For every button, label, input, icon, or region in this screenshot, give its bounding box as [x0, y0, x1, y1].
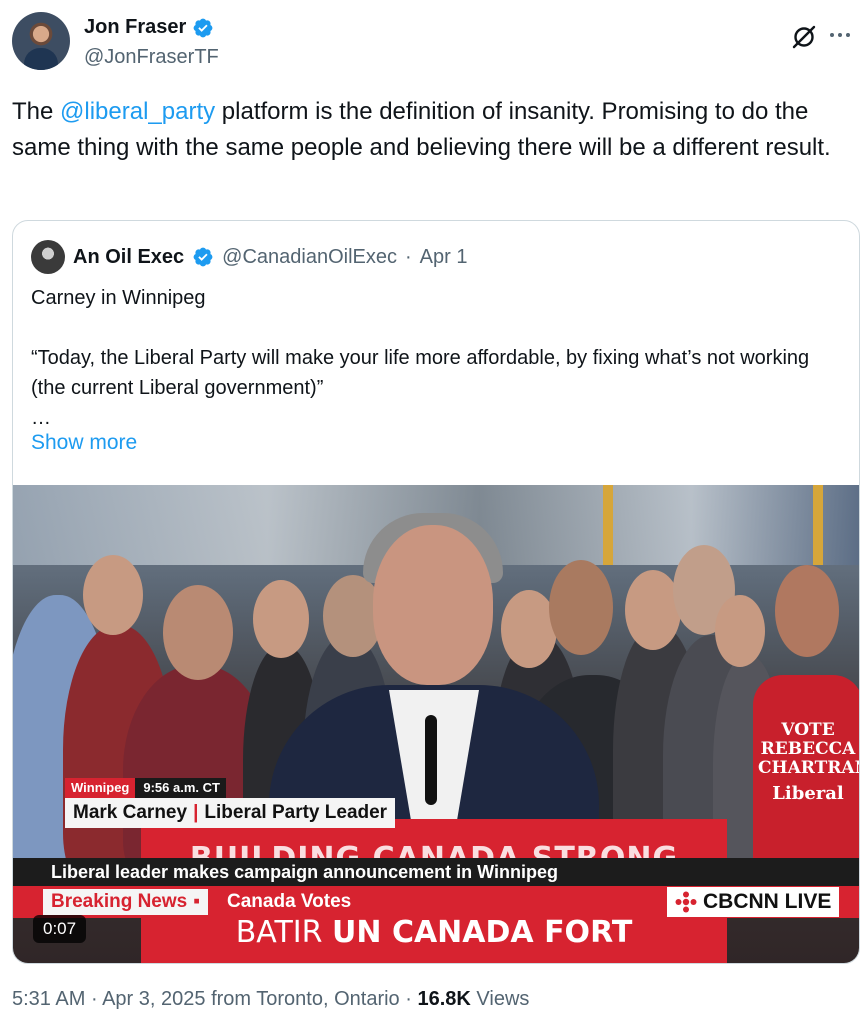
french-slogan: BATIR UN CANADA FORT — [141, 915, 727, 951]
bullet-icon: ▪ — [193, 891, 200, 912]
location-label: Winnipeg — [65, 778, 136, 798]
author-name-row: Jon Fraser — [84, 16, 214, 39]
crowd-head — [83, 555, 143, 635]
slogan-light: BATIR — [235, 915, 333, 950]
quoted-date[interactable]: Apr 1 — [420, 246, 468, 269]
network-name: CBCNN LIVE — [703, 890, 832, 913]
author-avatar[interactable] — [12, 12, 70, 70]
campaign-shirt-text: VOTE REBECCA CHARTRAN Liberal — [758, 720, 860, 804]
mention-link[interactable]: @liberal_party — [60, 98, 215, 125]
tweet-header: Jon Fraser @JonFraserTF — [12, 12, 857, 76]
video-player[interactable]: VOTE REBECCA CHARTRAN Liberal BUILDING C… — [13, 485, 860, 963]
name-separator: | — [193, 802, 199, 823]
crowd-head — [253, 580, 309, 658]
news-strip: Liberal leader makes campaign announceme… — [13, 858, 859, 886]
microphone — [425, 715, 437, 805]
views-label: Views — [476, 988, 530, 1010]
footer-separator: · — [405, 988, 412, 1010]
speaker-title: Liberal Party Leader — [204, 802, 388, 823]
network-logo: CBCNN LIVE — [667, 887, 840, 917]
quoted-line — [31, 313, 841, 343]
crowd-head — [549, 560, 613, 655]
author-display-name[interactable]: Jon Fraser — [84, 16, 186, 39]
post-location: from Toronto, Ontario — [211, 988, 400, 1010]
post-time[interactable]: 5:31 AM — [12, 988, 85, 1010]
post-date[interactable]: Apr 3, 2025 — [102, 988, 205, 1010]
video-beam — [813, 485, 823, 565]
tweet-text: The @liberal_party platform is the defin… — [12, 94, 857, 166]
meta-separator: · — [405, 245, 412, 268]
speaker-name: Mark Carney — [73, 802, 188, 823]
quoted-line: “Today, the Liberal Party will make your… — [31, 347, 810, 399]
shirt-line: VOTE — [781, 720, 835, 740]
quoted-line: Carney in Winnipeg — [31, 287, 206, 309]
breaking-news-text: Breaking News — [51, 891, 188, 912]
cbc-gem-icon — [675, 891, 697, 913]
quoted-avatar[interactable] — [31, 240, 65, 274]
tweet-text-start: The — [12, 98, 61, 125]
crowd-head — [715, 595, 765, 667]
lower-third-timestamp: Winnipeg 9:56 a.m. CT — [65, 778, 226, 798]
video-beam — [603, 485, 613, 565]
author-handle[interactable]: @JonFraserTF — [84, 46, 219, 69]
lower-third-name: Mark Carney | Liberal Party Leader — [65, 798, 396, 828]
quoted-line: … — [31, 407, 51, 429]
quoted-tweet[interactable]: An Oil Exec @CanadianOilExec · Apr 1 Car… — [12, 220, 860, 964]
quoted-header: An Oil Exec @CanadianOilExec · Apr 1 — [31, 239, 467, 275]
section-label: Canada Votes — [227, 891, 352, 912]
quoted-display-name[interactable]: An Oil Exec — [73, 246, 184, 269]
shirt-line: Liberal — [772, 783, 844, 804]
shirt-line: REBECCA — [760, 739, 856, 759]
views-count: 16.8K — [417, 988, 471, 1010]
verified-badge-icon — [193, 247, 213, 267]
grok-icon[interactable] — [791, 24, 817, 50]
footer-separator: · — [90, 988, 98, 1010]
shirt-line: CHARTRAN — [758, 758, 860, 778]
quoted-body: Carney in Winnipeg “Today, the Liberal P… — [31, 283, 841, 433]
verified-badge-icon — [193, 18, 213, 37]
speaker-head — [373, 525, 493, 685]
more-icon[interactable] — [827, 22, 853, 48]
video-duration-badge: 0:07 — [33, 915, 87, 943]
show-more-link[interactable]: Show more — [31, 431, 137, 455]
crowd-head — [163, 585, 233, 680]
time-label: 9:56 a.m. CT — [143, 780, 220, 795]
slogan-bold: UN CANADA FORT — [332, 915, 633, 950]
tweet-footer: 5:31 AM · Apr 3, 2025 from Toronto, Onta… — [12, 988, 529, 1011]
crowd-head — [775, 565, 839, 657]
quoted-handle[interactable]: @CanadianOilExec — [222, 246, 397, 269]
breaking-news-label: Breaking News ▪ — [43, 889, 208, 915]
